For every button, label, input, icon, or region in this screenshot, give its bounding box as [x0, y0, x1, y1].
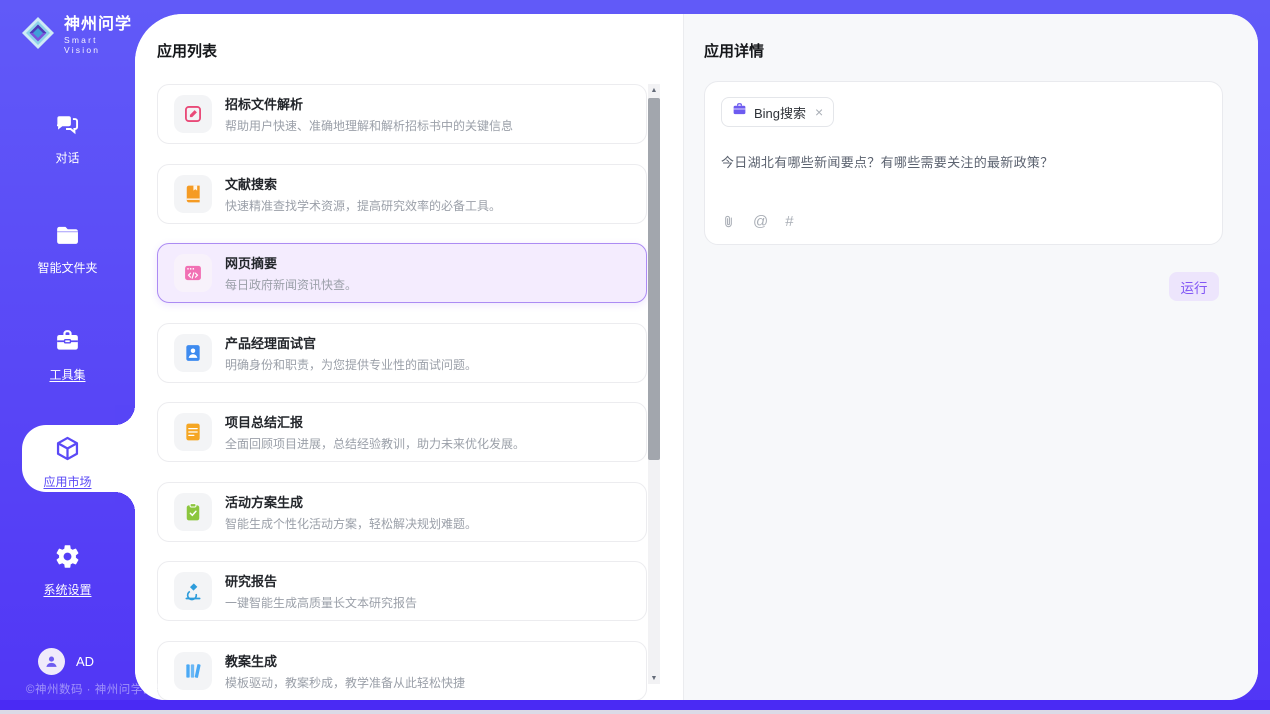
list-scrollbar[interactable]: ▲ ▼	[648, 84, 660, 684]
tool-tag-bing-search[interactable]: Bing搜索 ×	[721, 97, 834, 127]
app-card-texts: 网页摘要每日政府新闻资讯快查。	[225, 253, 357, 293]
app-card[interactable]: 文献搜索快速精准查找学术资源，提高研究效率的必备工具。	[157, 164, 647, 224]
app-detail-title: 应用详情	[704, 40, 764, 61]
app-card-desc: 快速精准查找学术资源，提高研究效率的必备工具。	[225, 197, 501, 214]
app-card-texts: 招标文件解析帮助用户快速、准确地理解和解析招标书中的关键信息	[225, 94, 513, 134]
app-card[interactable]: 产品经理面试官明确身份和职责，为您提供专业性的面试问题。	[157, 323, 647, 383]
avatar	[38, 648, 65, 675]
app-card-desc: 明确身份和职责，为您提供专业性的面试问题。	[225, 356, 477, 373]
app-detail-panel: 应用详情 Bing搜索 × 今日湖北有哪些新闻要点？有哪些需要关注的最新政策？	[683, 14, 1258, 700]
app-card-texts: 产品经理面试官明确身份和职责，为您提供专业性的面试问题。	[225, 333, 477, 373]
user-initials: AD	[76, 654, 94, 669]
microscope-icon	[174, 572, 212, 610]
folder-icon	[54, 221, 81, 253]
app-card-desc: 模板驱动，教案秒成，教学准备从此轻松快捷	[225, 674, 465, 691]
toolbox-icon	[54, 328, 81, 360]
browser-code-icon	[174, 254, 212, 292]
app-card-texts: 活动方案生成智能生成个性化活动方案，轻松解决规划难题。	[225, 492, 477, 532]
app-list-panel: 应用列表 招标文件解析帮助用户快速、准确地理解和解析招标书中的关键信息文献搜索快…	[135, 14, 683, 700]
app-card-list: 招标文件解析帮助用户快速、准确地理解和解析招标书中的关键信息文献搜索快速精准查找…	[157, 84, 647, 700]
app-card-texts: 研究报告一键智能生成高质量长文本研究报告	[225, 571, 417, 611]
run-button[interactable]: 运行	[1169, 272, 1219, 301]
app-list-title: 应用列表	[157, 40, 217, 61]
sidebar-item-label: 应用市场	[43, 473, 91, 490]
app-card-desc: 全面回顾项目进展，总结经验教训，助力未来优化发展。	[225, 435, 525, 452]
app-card-title: 招标文件解析	[225, 94, 513, 113]
main-content: 应用列表 招标文件解析帮助用户快速、准确地理解和解析招标书中的关键信息文献搜索快…	[135, 14, 1258, 700]
brand-logo: 神州问学 Smart Vision	[20, 15, 135, 56]
app-card-title: 产品经理面试官	[225, 333, 477, 352]
app-card-title: 活动方案生成	[225, 492, 477, 511]
app-card[interactable]: 教案生成模板驱动，教案秒成，教学准备从此轻松快捷	[157, 641, 647, 701]
tool-tag-label: Bing搜索	[754, 103, 806, 122]
paperclip-icon[interactable]	[721, 213, 736, 230]
brand-text: 神州问学 Smart Vision	[64, 16, 135, 56]
app-card-desc: 智能生成个性化活动方案，轻松解决规划难题。	[225, 515, 477, 532]
app-card[interactable]: 项目总结汇报全面回顾项目进展，总结经验教训，助力未来优化发展。	[157, 402, 647, 462]
app-card[interactable]: 研究报告一键智能生成高质量长文本研究报告	[157, 561, 647, 621]
brand-name: 神州问学	[64, 16, 135, 34]
app-card-texts: 项目总结汇报全面回顾项目进展，总结经验教训，助力未来优化发展。	[225, 412, 525, 452]
cube-icon	[54, 435, 81, 467]
scrollbar-thumb[interactable]	[648, 98, 660, 460]
sidebar-item-toolset[interactable]: 工具集	[0, 328, 135, 383]
hash-icon[interactable]: #	[785, 214, 793, 229]
app-card-title: 文献搜索	[225, 174, 501, 193]
scrollbar-up-arrow-icon[interactable]: ▲	[648, 84, 660, 96]
app-card-title: 网页摘要	[225, 253, 357, 272]
sidebar-item-label: 工具集	[49, 366, 85, 383]
clipboard-check-icon	[174, 493, 212, 531]
active-nav-flare-bottom	[115, 492, 135, 512]
gear-icon	[54, 543, 81, 575]
prompt-card: Bing搜索 × 今日湖北有哪些新闻要点？有哪些需要关注的最新政策？ @ #	[704, 81, 1223, 245]
chat-icon	[54, 111, 81, 143]
sidebar-item-settings[interactable]: 系统设置	[0, 543, 135, 598]
app-card-title: 项目总结汇报	[225, 412, 525, 431]
copyright-footer: ©神州数码 · 神州问学出品	[26, 681, 167, 697]
books-icon	[174, 652, 212, 690]
book-icon	[174, 175, 212, 213]
app-card-desc: 一键智能生成高质量长文本研究报告	[225, 594, 417, 611]
app-card-texts: 文献搜索快速精准查找学术资源，提高研究效率的必备工具。	[225, 174, 501, 214]
brand-diamond-icon	[20, 15, 56, 56]
query-text[interactable]: 今日湖北有哪些新闻要点？有哪些需要关注的最新政策？	[721, 152, 1206, 171]
person-doc-icon	[174, 334, 212, 372]
bottom-strip	[0, 710, 1270, 714]
scrollbar-down-arrow-icon[interactable]: ▼	[648, 672, 660, 684]
app-card[interactable]: 网页摘要每日政府新闻资讯快查。	[157, 243, 647, 303]
briefcase-icon	[732, 102, 747, 122]
sidebar-item-chat[interactable]: 对话	[0, 111, 135, 166]
bottom-bar	[0, 700, 1270, 710]
note-icon	[174, 413, 212, 451]
close-icon[interactable]: ×	[815, 105, 823, 119]
sidebar-item-smart-folder[interactable]: 智能文件夹	[0, 221, 135, 276]
active-nav-flare-top	[115, 405, 135, 425]
sidebar-item-label: 智能文件夹	[37, 259, 97, 276]
at-icon[interactable]: @	[753, 214, 768, 229]
sidebar-item-label: 系统设置	[43, 581, 91, 598]
brand-subtitle: Smart Vision	[64, 35, 135, 55]
attach-toolbar: @ #	[721, 213, 794, 230]
app-card-title: 研究报告	[225, 571, 417, 590]
edit-square-icon	[174, 95, 212, 133]
sidebar: 神州问学 Smart Vision 对话 智	[0, 0, 135, 700]
sidebar-item-label: 对话	[55, 149, 79, 166]
user-chip[interactable]: AD	[38, 648, 94, 675]
app-card[interactable]: 招标文件解析帮助用户快速、准确地理解和解析招标书中的关键信息	[157, 84, 647, 144]
app-card[interactable]: 活动方案生成智能生成个性化活动方案，轻松解决规划难题。	[157, 482, 647, 542]
app-card-desc: 每日政府新闻资讯快查。	[225, 276, 357, 293]
app-card-texts: 教案生成模板驱动，教案秒成，教学准备从此轻松快捷	[225, 651, 465, 691]
app-card-title: 教案生成	[225, 651, 465, 670]
sidebar-item-app-market[interactable]: 应用市场	[0, 435, 135, 490]
app-card-desc: 帮助用户快速、准确地理解和解析招标书中的关键信息	[225, 117, 513, 134]
